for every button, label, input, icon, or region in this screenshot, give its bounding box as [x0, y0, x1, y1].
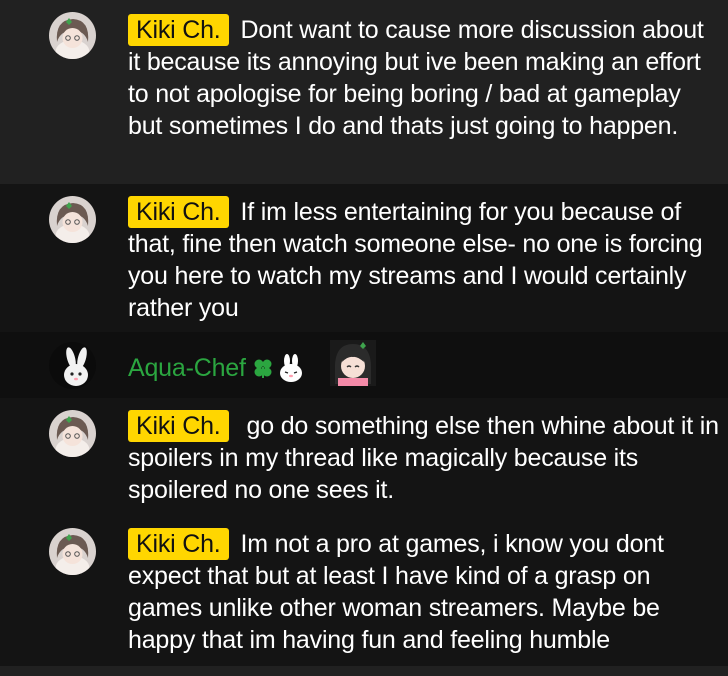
- avatar-image: [49, 342, 96, 389]
- avatar[interactable]: [49, 12, 96, 59]
- girl-sticker: [329, 340, 376, 402]
- chat-message: Kiki Ch. If im less entertaining for you …: [0, 184, 728, 332]
- chat-feed: Kiki Ch. Dont want to cause more discussi…: [0, 0, 728, 676]
- message-body: Kiki Ch. go do something else then whine …: [128, 410, 720, 506]
- message-body: Kiki Ch. If im less entertaining for you …: [128, 196, 720, 324]
- chat-message: Kiki Ch. go do something else then whine …: [0, 398, 728, 516]
- author-name-badge[interactable]: Kiki Ch.: [128, 14, 229, 46]
- author-name-badge[interactable]: Kiki Ch.: [128, 528, 229, 560]
- avatar-image: [49, 528, 96, 575]
- author-name-badge[interactable]: Kiki Ch.: [128, 410, 229, 442]
- bunny-emote: [278, 354, 304, 398]
- author-name[interactable]: Aqua-Chef: [128, 354, 246, 382]
- avatar[interactable]: [49, 410, 96, 457]
- avatar[interactable]: [49, 342, 96, 389]
- chat-message: Kiki Ch. Dont want to cause more discussi…: [0, 0, 728, 184]
- author-name-badge[interactable]: Kiki Ch.: [128, 196, 229, 228]
- avatar-image: [49, 410, 96, 457]
- avatar-image: [49, 196, 96, 243]
- message-body: Kiki Ch. Dont want to cause more discussi…: [128, 14, 720, 142]
- avatar[interactable]: [49, 528, 96, 575]
- chat-message: Aqua-Chef: [0, 332, 728, 398]
- avatar[interactable]: [49, 196, 96, 243]
- message-body: Kiki Ch. Im not a pro at games, i know yo…: [128, 528, 720, 656]
- clover-icon: [252, 357, 274, 395]
- avatar-image: [49, 12, 96, 59]
- chat-message: Kiki Ch. Im not a pro at games, i know yo…: [0, 516, 728, 676]
- next-message-edge: [0, 666, 728, 676]
- message-body: Aqua-Chef: [128, 340, 720, 402]
